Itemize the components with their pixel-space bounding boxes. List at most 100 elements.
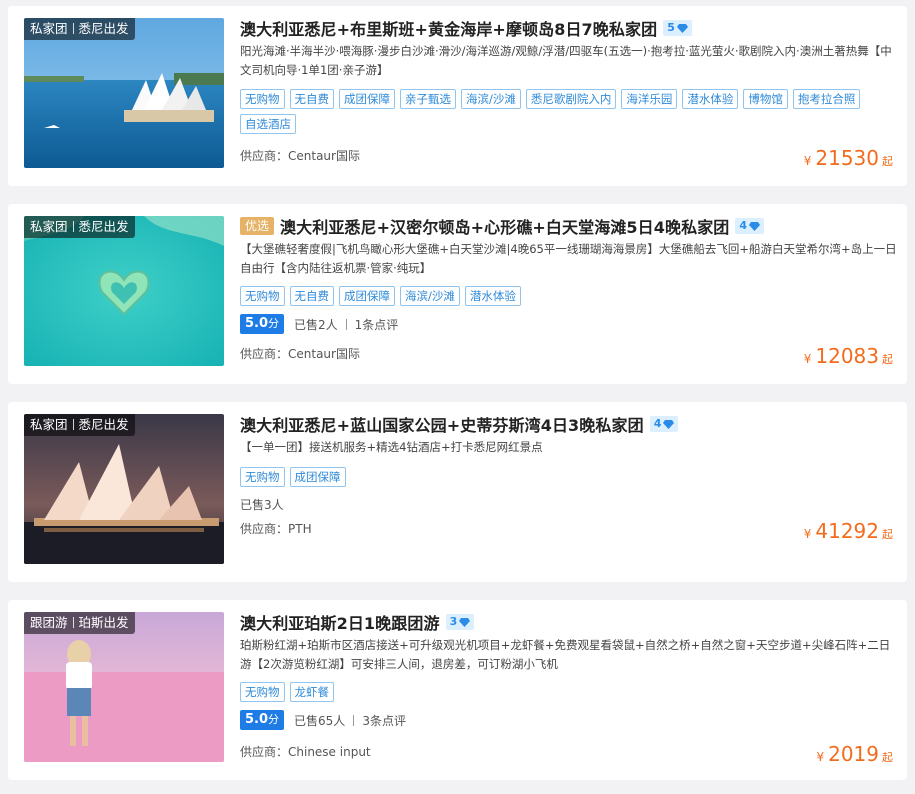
price-suffix: 起	[882, 751, 893, 764]
feature-chip: 潜水体验	[464, 286, 521, 306]
supplier: 供应商：Centaur国际	[240, 149, 360, 163]
tour-image[interactable]: 跟团游 珀斯出发	[24, 612, 224, 762]
sold-count: 已售3人	[240, 498, 284, 512]
review-count[interactable]: 1条点评	[355, 316, 399, 333]
price-value: 41292	[815, 519, 879, 543]
feature-chip: 海滨/沙滩	[400, 286, 460, 306]
feature-chip: 无购物	[240, 89, 285, 109]
departure-city: 悉尼出发	[78, 219, 129, 234]
diamond-level: 4	[739, 219, 748, 232]
feature-chip: 成团保障	[339, 286, 395, 306]
feature-chips: 无购物 无自费 成团保障 亲子甄选 海滨/沙滩 悉尼歌剧院入内 海洋乐园 潜水体…	[240, 89, 900, 134]
featured-badge: 优选	[240, 217, 275, 235]
score-unit: 分	[268, 713, 280, 726]
price: ¥21530 起	[804, 146, 893, 170]
diamond-level: 3	[449, 615, 458, 628]
tour-card[interactable]: 私家团 悉尼出发 澳大利亚悉尼+布里斯班+黄金海岸+摩顿岛8日7晚私家团 5 阳光…	[8, 6, 907, 186]
tour-tag: 私家团 悉尼出发	[24, 414, 135, 436]
price-value: 2019	[828, 742, 879, 766]
tour-image[interactable]: 私家团 悉尼出发	[24, 414, 224, 564]
tour-tag: 私家团 悉尼出发	[24, 216, 135, 238]
tour-list: 私家团 悉尼出发 澳大利亚悉尼+布里斯班+黄金海岸+摩顿岛8日7晚私家团 5 阳光…	[0, 0, 915, 794]
feature-chip: 亲子甄选	[400, 89, 456, 109]
tour-type: 私家团	[30, 21, 68, 36]
tour-card[interactable]: 私家团 悉尼出发 澳大利亚悉尼+蓝山国家公园+史蒂芬斯湾4日3晚私家团 4 【一单…	[8, 402, 907, 582]
tour-title[interactable]: 澳大利亚悉尼+汉密尔顿岛+心形礁+白天堂海滩5日4晚私家团	[280, 214, 729, 238]
supplier: 供应商：Chinese input	[240, 745, 371, 759]
currency: ¥	[816, 750, 825, 764]
feature-chip: 龙虾餐	[289, 682, 334, 702]
price-value: 12083	[815, 344, 879, 368]
score-unit: 分	[268, 317, 280, 330]
diamond-icon	[749, 221, 761, 231]
score-value: 5.0	[245, 316, 269, 331]
price-suffix: 起	[882, 353, 893, 366]
feature-chip: 抱考拉合照	[792, 89, 861, 109]
departure-city: 悉尼出发	[78, 21, 129, 36]
tour-description: 珀斯粉红湖+珀斯市区酒店接送+可升级观光机项目+龙虾餐+免费观星看袋鼠+自然之桥…	[240, 638, 891, 671]
feature-chip: 海滨/沙滩	[461, 89, 521, 109]
currency: ¥	[803, 352, 812, 366]
tour-image[interactable]: 私家团 悉尼出发	[24, 216, 224, 366]
tour-tag: 跟团游 珀斯出发	[24, 612, 135, 634]
feature-chip: 无购物	[240, 467, 285, 487]
tour-title[interactable]: 澳大利亚悉尼+蓝山国家公园+史蒂芬斯湾4日3晚私家团	[240, 412, 644, 436]
tour-description: 【大堡礁轻奢度假|飞机鸟瞰心形大堡礁+白天堂沙滩|4晚65平一线珊瑚海海景房】大…	[240, 242, 897, 275]
supplier: 供应商：PTH	[240, 522, 312, 536]
tour-card[interactable]: 跟团游 珀斯出发 澳大利亚珀斯2日1晚跟团游 3 珀斯粉红湖+珀斯市区酒店接送+可…	[8, 600, 907, 780]
title-row: 澳大利亚珀斯2日1晚跟团游 3	[240, 610, 475, 634]
feature-chip: 海洋乐园	[621, 89, 678, 109]
tour-description: 阳光海滩·半海半沙·喂海豚·漫步白沙滩·滑沙/海洋巡游/观鲸/浮潜/四驱车(五选…	[240, 44, 892, 77]
tour-type: 跟团游	[30, 615, 68, 630]
tour-tag: 私家团 悉尼出发	[24, 18, 135, 40]
sydney-opera-house-image	[24, 18, 224, 168]
feature-chips: 无购物 成团保障	[240, 467, 900, 487]
score-badge: 5.0分	[240, 314, 285, 334]
diamond-rating: 4	[649, 416, 679, 432]
diamond-rating: 4	[735, 218, 765, 234]
review-count[interactable]: 3条点评	[362, 712, 406, 729]
feature-chip: 成团保障	[289, 467, 346, 487]
rating-row: 5.0分 已售2人 1条点评	[240, 314, 398, 334]
supplier: 供应商：Centaur国际	[240, 347, 360, 361]
score-value: 5.0	[245, 712, 269, 727]
title-row: 澳大利亚悉尼+布里斯班+黄金海岸+摩顿岛8日7晚私家团 5	[240, 17, 692, 39]
departure-city: 珀斯出发	[78, 615, 129, 630]
feature-chip: 自选酒店	[240, 114, 296, 134]
feature-chip: 悉尼歌剧院入内	[525, 89, 617, 109]
tour-image[interactable]: 私家团 悉尼出发	[24, 18, 224, 168]
tour-description: 【一单一团】接送机服务+精选4钻酒店+打卡悉尼网红景点	[240, 440, 543, 454]
feature-chip: 博物馆	[743, 89, 788, 109]
diamond-level: 4	[653, 417, 662, 430]
heart-reef-image	[24, 216, 224, 366]
score-badge: 5.0分	[240, 710, 285, 730]
tour-type: 私家团	[30, 417, 68, 432]
feature-chips: 无购物 无自费 成团保障 海滨/沙滩 潜水体验	[240, 286, 900, 306]
tour-type: 私家团	[30, 219, 68, 234]
feature-chip: 成团保障	[339, 89, 395, 109]
price: ¥41292 起	[804, 519, 893, 543]
feature-chip: 无自费	[289, 89, 334, 109]
currency: ¥	[803, 154, 812, 168]
feature-chips: 无购物 龙虾餐	[240, 682, 900, 702]
tour-title[interactable]: 澳大利亚珀斯2日1晚跟团游	[240, 610, 440, 634]
price-value: 21530	[815, 146, 879, 170]
title-row: 优选 澳大利亚悉尼+汉密尔顿岛+心形礁+白天堂海滩5日4晚私家团 4	[240, 214, 765, 238]
sold-count: 已售2人	[294, 317, 338, 332]
pink-lake-image	[24, 612, 224, 762]
price-suffix: 起	[882, 528, 893, 541]
title-row: 澳大利亚悉尼+蓝山国家公园+史蒂芬斯湾4日3晚私家团 4	[240, 412, 679, 436]
departure-city: 悉尼出发	[78, 417, 129, 432]
price: ¥12083 起	[804, 344, 893, 368]
feature-chip: 潜水体验	[682, 89, 739, 109]
sold-count: 已售65人	[294, 713, 346, 728]
diamond-icon	[459, 617, 471, 627]
tour-title[interactable]: 澳大利亚悉尼+布里斯班+黄金海岸+摩顿岛8日7晚私家团	[240, 16, 657, 40]
feature-chip: 无购物	[240, 286, 285, 306]
tour-card[interactable]: 私家团 悉尼出发 优选 澳大利亚悉尼+汉密尔顿岛+心形礁+白天堂海滩5日4晚私家团…	[8, 204, 907, 384]
feature-chip: 无自费	[289, 286, 334, 306]
price-suffix: 起	[882, 155, 893, 168]
diamond-icon	[663, 419, 675, 429]
currency: ¥	[803, 527, 812, 541]
feature-chip: 无购物	[240, 682, 285, 702]
